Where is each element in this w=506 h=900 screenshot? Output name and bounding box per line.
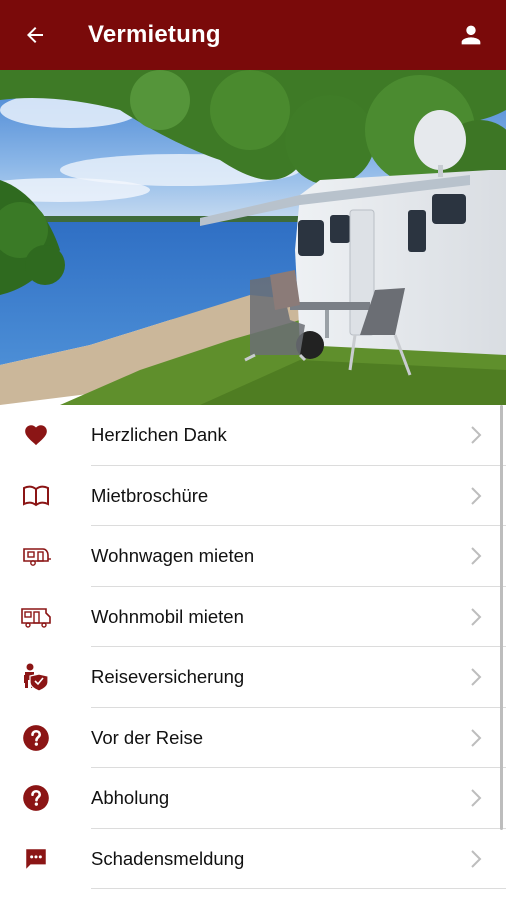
arrow-left-icon <box>27 27 43 43</box>
chevron-right-icon <box>446 667 506 687</box>
menu-item-wohnmobil-mieten[interactable]: Wohnmobil mieten <box>0 587 506 648</box>
menu-item-mietbroschuere[interactable]: Mietbroschüre <box>0 466 506 527</box>
back-button[interactable] <box>0 0 70 70</box>
heart-icon <box>0 405 72 465</box>
menu-item-abholung[interactable]: Abholung <box>0 768 506 829</box>
scrollbar[interactable] <box>500 405 503 830</box>
menu-item-wohnwagen-mieten[interactable]: Wohnwagen mieten <box>0 526 506 587</box>
menu-item-label: Schadensmeldung <box>91 847 245 869</box>
book-icon <box>0 466 72 526</box>
caravan-icon <box>0 526 72 586</box>
chevron-right-icon <box>446 788 506 808</box>
menu-item-label: Vor der Reise <box>91 726 204 748</box>
app-bar: Vermietung <box>0 0 506 70</box>
menu-item-vor-der-reise[interactable]: Vor der Reise <box>0 708 506 769</box>
menu-item-label: Wohnmobil mieten <box>91 605 244 627</box>
menu-item-label: Wohnwagen mieten <box>91 545 255 567</box>
motorhome-icon <box>0 587 72 647</box>
menu-item-schadensmeldung[interactable]: Schadensmeldung <box>0 829 506 890</box>
chevron-right-icon <box>446 728 506 748</box>
chevron-right-icon <box>446 849 506 869</box>
menu-item-label: Reiseversicherung <box>91 666 245 688</box>
chevron-right-icon <box>446 546 506 566</box>
menu-item-label: Mietbroschüre <box>91 484 209 506</box>
profile-button[interactable] <box>436 0 506 70</box>
menu-item-label: Herzlichen Dank <box>91 424 227 446</box>
chevron-right-icon <box>446 607 506 627</box>
chevron-right-icon <box>446 486 506 506</box>
hero-image <box>0 70 506 405</box>
menu-item-herzlichen-dank[interactable]: Herzlichen Dank <box>0 405 506 466</box>
menu-item-label: Abholung <box>91 787 170 809</box>
insurance-icon <box>0 647 72 707</box>
message-icon <box>0 829 72 889</box>
help-circle-icon <box>0 768 72 828</box>
menu-item-reiseversicherung[interactable]: Reiseversicherung <box>0 647 506 708</box>
person-icon <box>461 25 481 45</box>
help-circle-icon <box>0 708 72 768</box>
page-title: Vermietung <box>88 21 221 48</box>
menu-list: Herzlichen Dank Mietbroschüre Wohnwagen … <box>0 405 506 889</box>
chevron-right-icon <box>446 425 506 445</box>
